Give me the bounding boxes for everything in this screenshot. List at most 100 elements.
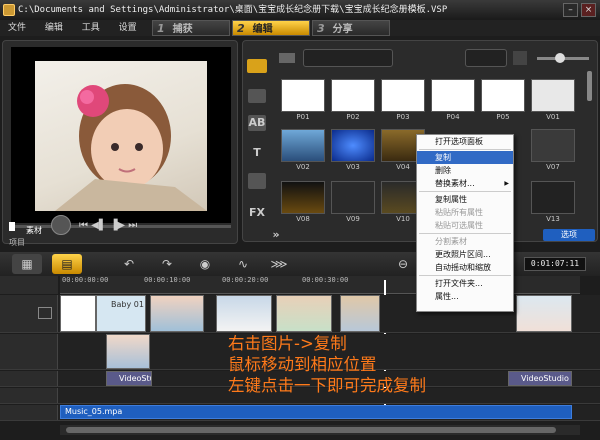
video-clip[interactable] [340,295,380,332]
thumbnail[interactable] [331,79,375,112]
menu-tools[interactable]: 工具 [74,20,108,36]
close-button[interactable]: × [581,3,596,17]
app-icon [3,4,15,16]
slider-handle[interactable] [555,53,565,63]
thumbnail-label: P03 [396,113,410,121]
folder-icon[interactable] [279,53,295,63]
view-toggle[interactable] [465,49,507,67]
thumbnail[interactable] [531,79,575,112]
ctx-paste-selected-attributes[interactable]: 粘贴可选属性 [417,219,513,232]
ctx-change-photo-duration[interactable]: 更改照片区间... [417,248,513,261]
thumbnail[interactable] [331,129,375,162]
menu-settings[interactable]: 设置 [111,20,145,36]
ruler-tick: 00:00:10:00 [144,276,191,284]
thumbnail[interactable] [281,79,325,112]
video-clip[interactable] [276,295,332,332]
zoom-out-icon[interactable]: ⊖ [388,254,418,274]
thumbnail-label: P02 [346,113,360,121]
ctx-separator [419,233,511,234]
overlay-clip[interactable] [106,334,150,369]
ctx-copy[interactable]: 复制 [417,151,513,164]
scrollbar-thumb[interactable] [66,427,556,433]
track-manager-area[interactable] [0,276,58,294]
undo-icon[interactable]: ↶ [114,254,144,274]
thumbnail[interactable] [431,79,475,112]
thumbnail-label: P04 [446,113,460,121]
import-icon[interactable] [513,51,527,65]
thumbnail[interactable] [281,129,325,162]
thumbnail-label: V08 [296,215,310,223]
step-share-number: 3 [317,22,325,35]
voice-track-header [0,388,58,403]
mode-clip-label[interactable]: 素材 [26,225,42,236]
menu-edit[interactable]: 编辑 [37,20,71,36]
thumbnail[interactable] [331,181,375,214]
ctx-properties[interactable]: 属性... [417,290,513,303]
thumbnail[interactable] [531,181,575,214]
expand-button[interactable]: » [267,227,285,243]
title-clip[interactable]: VideoStu [106,371,152,386]
music-clip[interactable]: Music_05.mpa [60,405,572,419]
mode-project-label[interactable]: 项目 [9,237,25,248]
auto-music-icon[interactable]: ⋙ [264,254,294,274]
annotation-line: 左键点击一下即可完成复制 [228,376,426,395]
menu-file[interactable]: 文件 [0,20,34,36]
context-menu: 打开选项面板 复制 删除 替换素材... ▶ 复制属性 粘贴所有属性 粘贴可选属性… [416,134,514,312]
ctx-copy-attributes[interactable]: 复制属性 [417,193,513,206]
ctx-separator [419,149,511,150]
tutorial-annotation: 右击图片->复制 鼠标移动到相应位置 左键点击一下即可完成复制 [228,333,588,396]
submenu-arrow-icon: ▶ [504,180,509,187]
ctx-split-clip[interactable]: 分割素材 [417,235,513,248]
filter-fx-button[interactable]: FX [248,205,266,221]
video-clip[interactable] [60,295,96,332]
video-clip[interactable] [150,295,204,332]
options-button[interactable]: 选项 [543,229,595,241]
title-ab-button[interactable]: AB [248,115,266,131]
timeline-scrollbar[interactable] [60,425,580,435]
thumbnail-label: V03 [346,163,360,171]
step-edit-tab[interactable]: 2 编辑 [232,20,310,36]
video-clip[interactable]: Baby 01 [96,295,146,332]
step-capture-tab[interactable]: 1 捕获 [152,20,230,36]
redo-icon[interactable]: ↷ [152,254,182,274]
ctx-open-options[interactable]: 打开选项面板 [417,135,513,148]
library-scrollbar[interactable] [587,71,592,101]
step-share-tab[interactable]: 3 分享 [312,20,390,36]
thumbnail[interactable] [281,181,325,214]
video-clip[interactable] [216,295,272,332]
timecode-display[interactable]: 0:01:07:11 [524,257,586,271]
step-edit-label: 编辑 [252,24,273,35]
thumbnail[interactable] [381,79,425,112]
child-photo-illustration [55,84,207,211]
thumbnail-label: P05 [496,113,510,121]
minimize-button[interactable]: – [563,3,578,17]
ctx-open-folder[interactable]: 打开文件夹... [417,277,513,290]
record-icon[interactable]: ◉ [190,254,220,274]
storyboard-view-button[interactable]: ▦ [12,254,42,274]
ctx-replace-label: 替换素材... [435,179,475,188]
thumbnail[interactable] [481,79,525,112]
ruler-tick: 00:00:20:00 [222,276,269,284]
ctx-replace-clip[interactable]: 替换素材... ▶ [417,177,513,190]
preview-screen [11,47,231,223]
scrub-handle[interactable] [9,222,15,231]
thumbnail[interactable] [531,129,575,162]
title-t-button[interactable]: T [248,145,266,161]
ctx-auto-pan-zoom[interactable]: 自动摇动和缩放 [417,261,513,274]
thumbnail-label: V13 [546,215,560,223]
preview-panel: 项目 ⏮ ◀▌ ▐▶ ⏭ [2,40,238,247]
music-track-header [0,405,58,420]
media-filter-toolbar[interactable] [303,49,393,67]
transition-icon[interactable] [248,89,266,103]
ctx-paste-all-attributes[interactable]: 粘贴所有属性 [417,206,513,219]
play-button[interactable] [51,215,71,235]
timeline-view-button[interactable]: ▤ [52,254,82,274]
transport-controls[interactable]: ⏮ ◀▌ ▐▶ ⏭ [79,220,137,231]
graphic-icon[interactable] [248,173,266,189]
video-clip[interactable] [516,295,572,332]
audio-mixer-icon[interactable]: ∿ [228,254,258,274]
media-library-icon[interactable] [247,59,267,73]
video-track-icon [38,307,52,319]
ctx-delete[interactable]: 删除 [417,164,513,177]
thumbnail-label: V02 [296,163,310,171]
